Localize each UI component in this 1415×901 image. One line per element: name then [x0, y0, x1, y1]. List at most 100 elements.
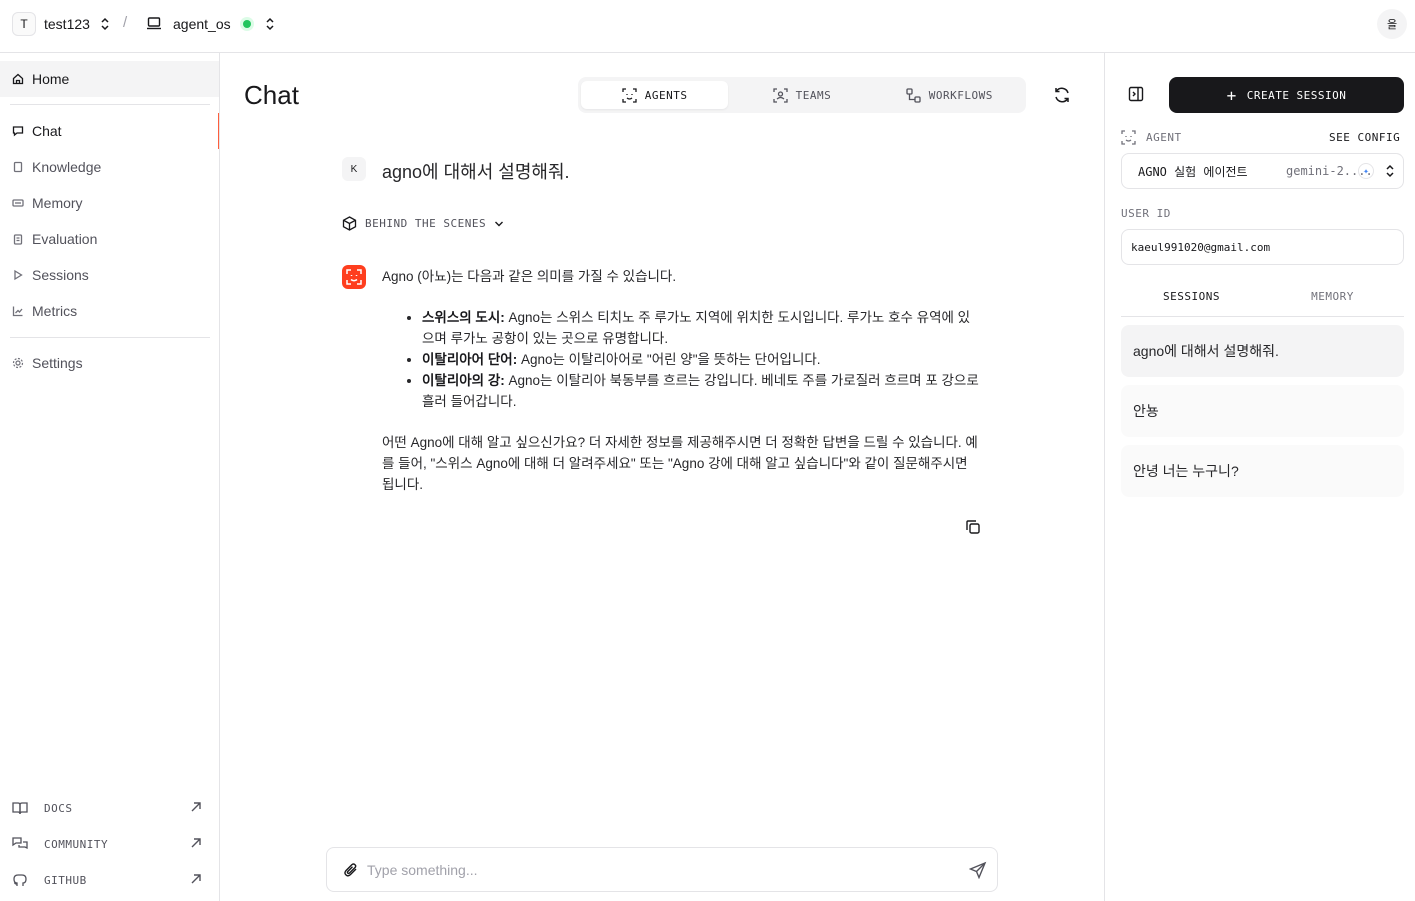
message-composer: [326, 847, 998, 892]
sidebar-item-label: Metrics: [32, 303, 78, 319]
message-input[interactable]: [367, 858, 947, 882]
sidebar-item-settings[interactable]: Settings: [0, 345, 219, 381]
workflow-icon: [906, 87, 921, 103]
behind-the-scenes-label: BEHIND THE SCENES: [365, 217, 487, 230]
agent-message-outro: 어떤 Agno에 대해 알고 싶으신가요? 더 자세한 정보를 제공해주시면 더…: [382, 435, 978, 492]
os-switcher-icon[interactable]: [264, 17, 276, 31]
external-arrow-icon: [191, 838, 201, 848]
laptop-icon: [147, 17, 161, 30]
agent-select[interactable]: AGNO 실험 에이전트 gemini-2.... ✦: [1121, 153, 1404, 189]
see-config-link[interactable]: SEE CONFIG: [1329, 131, 1400, 144]
sidebar-item-label: Sessions: [32, 267, 89, 283]
github-icon: [12, 873, 30, 887]
top-bar: T test123 / agent_os 을: [0, 0, 1415, 53]
behind-the-scenes-toggle[interactable]: BEHIND THE SCENES: [342, 216, 512, 231]
send-icon[interactable]: [969, 861, 987, 879]
external-arrow-icon: [191, 874, 201, 884]
tab-teams[interactable]: TEAMS: [728, 81, 875, 109]
sidebar-divider: [10, 337, 210, 338]
create-session-label: CREATE SESSION: [1246, 88, 1347, 102]
home-icon: [12, 73, 24, 85]
session-item[interactable]: 안녕 너는 누구니?: [1121, 445, 1404, 497]
sidebar-item-knowledge[interactable]: Knowledge: [0, 149, 219, 185]
agent-message-list: 스위스의 도시: Agno는 스위스 티치노 주 루가노 지역에 위치한 도시입…: [422, 307, 982, 412]
tabs-underline: [1121, 316, 1404, 317]
agent-section-label: AGENT: [1121, 130, 1182, 145]
gemini-icon: ✦: [1358, 163, 1374, 179]
entity-tabs: AGENTS TEAMS WORKFLOWS: [578, 77, 1026, 113]
list-item-text: Agno는 스위스 티치노 주 루가노 지역에 위치한 도시입니다. 루가노 호…: [422, 310, 971, 346]
list-item: 이탈리아어 단어: Agno는 이탈리아어로 "어린 양"을 뜻하는 단어입니다…: [422, 349, 982, 370]
org-name[interactable]: test123: [44, 16, 90, 32]
sidebar-item-label: Settings: [32, 355, 83, 371]
clipboard-icon: [12, 233, 24, 245]
gear-icon: [12, 357, 24, 369]
sidebar: Home Chat Knowledge Memory Evaluation Se…: [0, 53, 220, 901]
agent-label-text: AGENT: [1146, 131, 1182, 144]
agent-message-intro: Agno (아뇨)는 다음과 같은 의미를 가질 수 있습니다.: [382, 269, 677, 284]
breadcrumb-separator: /: [123, 14, 128, 31]
list-item-term: 이탈리아의 강:: [422, 373, 505, 388]
agent-icon: [1121, 130, 1136, 145]
session-item[interactable]: agno에 대해서 설명해줘.: [1121, 325, 1404, 377]
sidebar-item-chat[interactable]: Chat: [0, 113, 219, 149]
tab-label: AGENTS: [644, 88, 688, 102]
community-link[interactable]: COMMUNITY: [12, 834, 202, 854]
sidebar-item-label: Evaluation: [32, 231, 98, 247]
select-chevron-icon: [1386, 164, 1394, 178]
paperclip-icon[interactable]: [343, 862, 359, 878]
user-avatar[interactable]: 을: [1377, 9, 1407, 39]
org-switcher-icon[interactable]: [99, 17, 111, 31]
github-link[interactable]: GITHUB: [12, 870, 202, 890]
create-session-button[interactable]: + CREATE SESSION: [1169, 77, 1404, 113]
session-item[interactable]: 안뇽: [1121, 385, 1404, 437]
list-item-term: 이탈리아어 단어:: [422, 352, 518, 367]
file-icon: [12, 161, 24, 173]
refresh-icon: [1055, 87, 1069, 103]
play-icon: [12, 269, 24, 281]
refresh-button[interactable]: [1050, 83, 1074, 107]
sidebar-item-metrics[interactable]: Metrics: [0, 293, 219, 329]
chat-icon: [12, 125, 24, 137]
sidebar-divider: [10, 104, 210, 105]
copy-icon[interactable]: [964, 518, 982, 536]
org-avatar[interactable]: T: [12, 12, 36, 36]
sidebar-item-evaluation[interactable]: Evaluation: [0, 221, 219, 257]
sidebar-item-memory[interactable]: Memory: [0, 185, 219, 221]
chevron-down-icon: [495, 221, 504, 226]
sidebar-item-sessions[interactable]: Sessions: [0, 257, 219, 293]
sidebar-item-label: Home: [32, 71, 70, 87]
docs-link[interactable]: DOCS: [12, 798, 202, 818]
sidebar-item-label: Knowledge: [32, 159, 102, 175]
panel-collapse-icon[interactable]: [1128, 86, 1144, 102]
agent-name: AGNO 실험 에이전트: [1138, 164, 1248, 179]
cube-icon: [342, 216, 357, 231]
page-title: Chat: [244, 80, 299, 110]
tab-sessions[interactable]: SESSIONS: [1121, 290, 1262, 317]
book-icon: [12, 801, 30, 815]
tab-label: TEAMS: [795, 88, 832, 102]
list-item: 스위스의 도시: Agno는 스위스 티치노 주 루가노 지역에 위치한 도시입…: [422, 307, 982, 349]
sidebar-item-home[interactable]: Home: [0, 61, 219, 97]
list-item-text: Agno는 이탈리아어로 "어린 양"을 뜻하는 단어입니다.: [517, 352, 821, 367]
user-id-field[interactable]: kaeul991020@gmail.com: [1121, 229, 1404, 265]
chart-icon: [12, 305, 24, 317]
plus-icon: +: [1226, 85, 1237, 105]
agent-icon: [346, 269, 362, 285]
user-message: agno에 대해서 설명해줘.: [382, 162, 570, 182]
user-id-label: USER ID: [1121, 207, 1171, 220]
tab-workflows[interactable]: WORKFLOWS: [876, 81, 1023, 109]
memory-icon: [12, 197, 24, 209]
community-icon: [12, 837, 30, 851]
os-name[interactable]: agent_os: [173, 16, 231, 32]
list-item-text: Agno는 이탈리아 북동부를 흐르는 강입니다. 베네토 주를 가로질러 흐르…: [422, 373, 979, 409]
team-icon: [773, 87, 788, 103]
list-item-term: 스위스의 도시:: [422, 310, 505, 325]
status-indicator: [240, 17, 254, 31]
tab-memory[interactable]: MEMORY: [1262, 290, 1403, 317]
tab-agents[interactable]: AGENTS: [581, 81, 729, 109]
sidebar-item-label: Chat: [32, 123, 62, 139]
tab-label: WORKFLOWS: [928, 88, 993, 102]
community-label: COMMUNITY: [44, 837, 109, 851]
sidebar-item-label: Memory: [32, 195, 83, 211]
